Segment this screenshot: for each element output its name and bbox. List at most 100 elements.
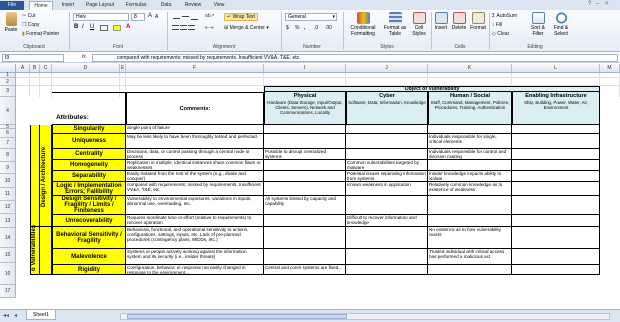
- human-cell[interactable]: [428, 265, 512, 275]
- underline-button[interactable]: U: [90, 24, 94, 30]
- close-workbook-icon[interactable]: ×: [605, 1, 609, 7]
- fill-color-icon[interactable]: [113, 25, 121, 31]
- physical-cell[interactable]: All systems limited by capacity and capa…: [264, 196, 346, 215]
- format-as-table-button[interactable]: Format as Table: [382, 12, 408, 37]
- attribute-cell[interactable]: Unrecoverability: [52, 215, 126, 227]
- name-box[interactable]: I9: [2, 54, 64, 62]
- physical-cell[interactable]: [264, 227, 346, 249]
- human-cell[interactable]: Insider knowledge impacts ability to iso…: [428, 171, 512, 182]
- physical-cell[interactable]: [264, 215, 346, 227]
- attribute-cell[interactable]: Homogeneity: [52, 160, 126, 171]
- first-sheet-icon[interactable]: ◂◂: [3, 312, 9, 319]
- number-format-select[interactable]: General ▾: [285, 13, 337, 21]
- attribute-cell[interactable]: Centrality: [52, 149, 126, 160]
- infra-cell[interactable]: [512, 171, 600, 182]
- borders-icon[interactable]: [100, 25, 108, 31]
- sheet-tab-sheet1[interactable]: Sheet1: [26, 310, 56, 320]
- increase-decimal-button[interactable]: .0: [314, 25, 318, 31]
- indent-icons[interactable]: ⇤⇥: [205, 25, 213, 31]
- italic-button[interactable]: I: [82, 24, 84, 30]
- tab-home[interactable]: Home: [29, 1, 53, 10]
- comment-cell[interactable]: Behavioral, functional, and operational …: [126, 227, 264, 249]
- human-cell[interactable]: Relatively common knowledge as to existe…: [428, 182, 512, 196]
- infra-cell[interactable]: [512, 160, 600, 171]
- column-header-j[interactable]: J: [346, 64, 428, 73]
- shrink-font-button[interactable]: A: [155, 14, 158, 20]
- attribute-cell[interactable]: Separability: [52, 171, 126, 182]
- row-header-8[interactable]: 8: [0, 149, 16, 162]
- infra-cell[interactable]: [512, 149, 600, 160]
- insert-cells-button[interactable]: Insert: [433, 12, 449, 31]
- cyber-cell[interactable]: Common vulnerabilities targeted by malwa…: [346, 160, 428, 171]
- cyber-cell[interactable]: [346, 227, 428, 249]
- row-header-4[interactable]: 4: [0, 97, 16, 125]
- column-header-a[interactable]: A: [16, 64, 30, 73]
- comment-cell[interactable]: Systems or people actively working again…: [126, 249, 264, 265]
- attribute-cell[interactable]: Singularity: [52, 125, 126, 134]
- attribute-cell[interactable]: Behavioral Sensitivity / Fragility: [52, 227, 126, 249]
- orientation-icon[interactable]: ab↗: [205, 13, 223, 20]
- infra-cell[interactable]: [512, 265, 600, 275]
- comment-cell[interactable]: Single point of failure: [126, 125, 264, 134]
- minimize-ribbon-icon[interactable]: –: [596, 1, 599, 7]
- font-size-select[interactable]: 8: [131, 13, 145, 21]
- prev-sheet-icon[interactable]: ◂: [14, 312, 17, 319]
- attribute-cell[interactable]: Malevolence: [52, 249, 126, 265]
- human-cell[interactable]: Trusted individual with critical access …: [428, 249, 512, 265]
- formula-input[interactable]: compared with requirements; missed by re…: [92, 54, 618, 62]
- column-header-f[interactable]: F: [126, 64, 264, 73]
- row-header-7[interactable]: 7: [0, 138, 16, 149]
- physical-cell[interactable]: [264, 134, 346, 149]
- tab-data[interactable]: Data: [155, 1, 177, 10]
- column-header-d[interactable]: D: [52, 64, 120, 73]
- tab-file[interactable]: File: [0, 1, 24, 10]
- human-cell[interactable]: Individuals responsible for control and …: [428, 149, 512, 160]
- comment-cell[interactable]: Decisions, data, or control passing thro…: [126, 149, 264, 160]
- comment-cell[interactable]: May be less likely to have been thorough…: [126, 134, 264, 149]
- comment-cell[interactable]: Easily isolated from the rest of the sys…: [126, 171, 264, 182]
- row-header-9[interactable]: 9: [0, 162, 16, 174]
- comment-cell[interactable]: Configuration, behavior, or response not…: [126, 265, 264, 275]
- tab-view[interactable]: View: [208, 1, 230, 10]
- cut-button[interactable]: ✂ Cut: [22, 13, 35, 19]
- infra-cell[interactable]: [512, 215, 600, 227]
- wrap-text-button[interactable]: ↵ Wrap Text: [224, 13, 258, 21]
- infra-cell[interactable]: [512, 125, 600, 134]
- currency-button[interactable]: $: [286, 25, 289, 31]
- row-header-2[interactable]: 2: [0, 78, 16, 86]
- percent-button[interactable]: %: [295, 25, 299, 31]
- column-header-m[interactable]: M: [600, 64, 620, 73]
- infra-cell[interactable]: [512, 227, 600, 249]
- attribute-cell[interactable]: Uniqueness: [52, 134, 126, 149]
- physical-cell[interactable]: [264, 125, 346, 134]
- worksheet-grid[interactable]: A B C D E F I J K L M 1 2 3 4 5 6 7 8 9 10 11 12 13 14 15 16 17 Obje…: [0, 64, 620, 309]
- font-name-select[interactable]: Helv: [73, 13, 129, 21]
- find-select-button[interactable]: Find & Select: [550, 12, 572, 37]
- cyber-cell[interactable]: Known weakness in application: [346, 182, 428, 196]
- tab-formulas[interactable]: Formulas: [121, 1, 151, 10]
- column-header-i[interactable]: I: [264, 64, 346, 73]
- row-header-13[interactable]: 13: [0, 214, 16, 228]
- paste-button[interactable]: Paste: [2, 12, 20, 33]
- human-cell[interactable]: [428, 215, 512, 227]
- row-header-16[interactable]: 16: [0, 263, 16, 285]
- human-cell[interactable]: Individuals responsible for single, crit…: [428, 134, 512, 149]
- infra-cell[interactable]: [512, 182, 600, 196]
- column-header-c[interactable]: C: [40, 64, 52, 73]
- copy-button[interactable]: ❐ Copy: [22, 22, 40, 28]
- human-cell[interactable]: [428, 196, 512, 215]
- column-header-k[interactable]: K: [428, 64, 512, 73]
- row-header-12[interactable]: 12: [0, 201, 16, 214]
- infra-cell[interactable]: [512, 196, 600, 215]
- tab-insert[interactable]: Insert: [56, 1, 80, 10]
- physical-cell[interactable]: [264, 249, 346, 265]
- cyber-cell[interactable]: [346, 125, 428, 134]
- attribute-cell[interactable]: Design Sensitivity / Fragility / Limits …: [52, 196, 126, 215]
- merge-center-button[interactable]: ⊞ Merge & Center ▾: [224, 25, 269, 31]
- cyber-cell[interactable]: [346, 249, 428, 265]
- physical-cell[interactable]: [264, 182, 346, 196]
- cell-styles-button[interactable]: Cell Styles: [410, 12, 428, 37]
- column-header-b[interactable]: B: [30, 64, 40, 73]
- clear-button[interactable]: ◇ Clear: [492, 31, 509, 37]
- comma-button[interactable]: ,: [304, 25, 305, 31]
